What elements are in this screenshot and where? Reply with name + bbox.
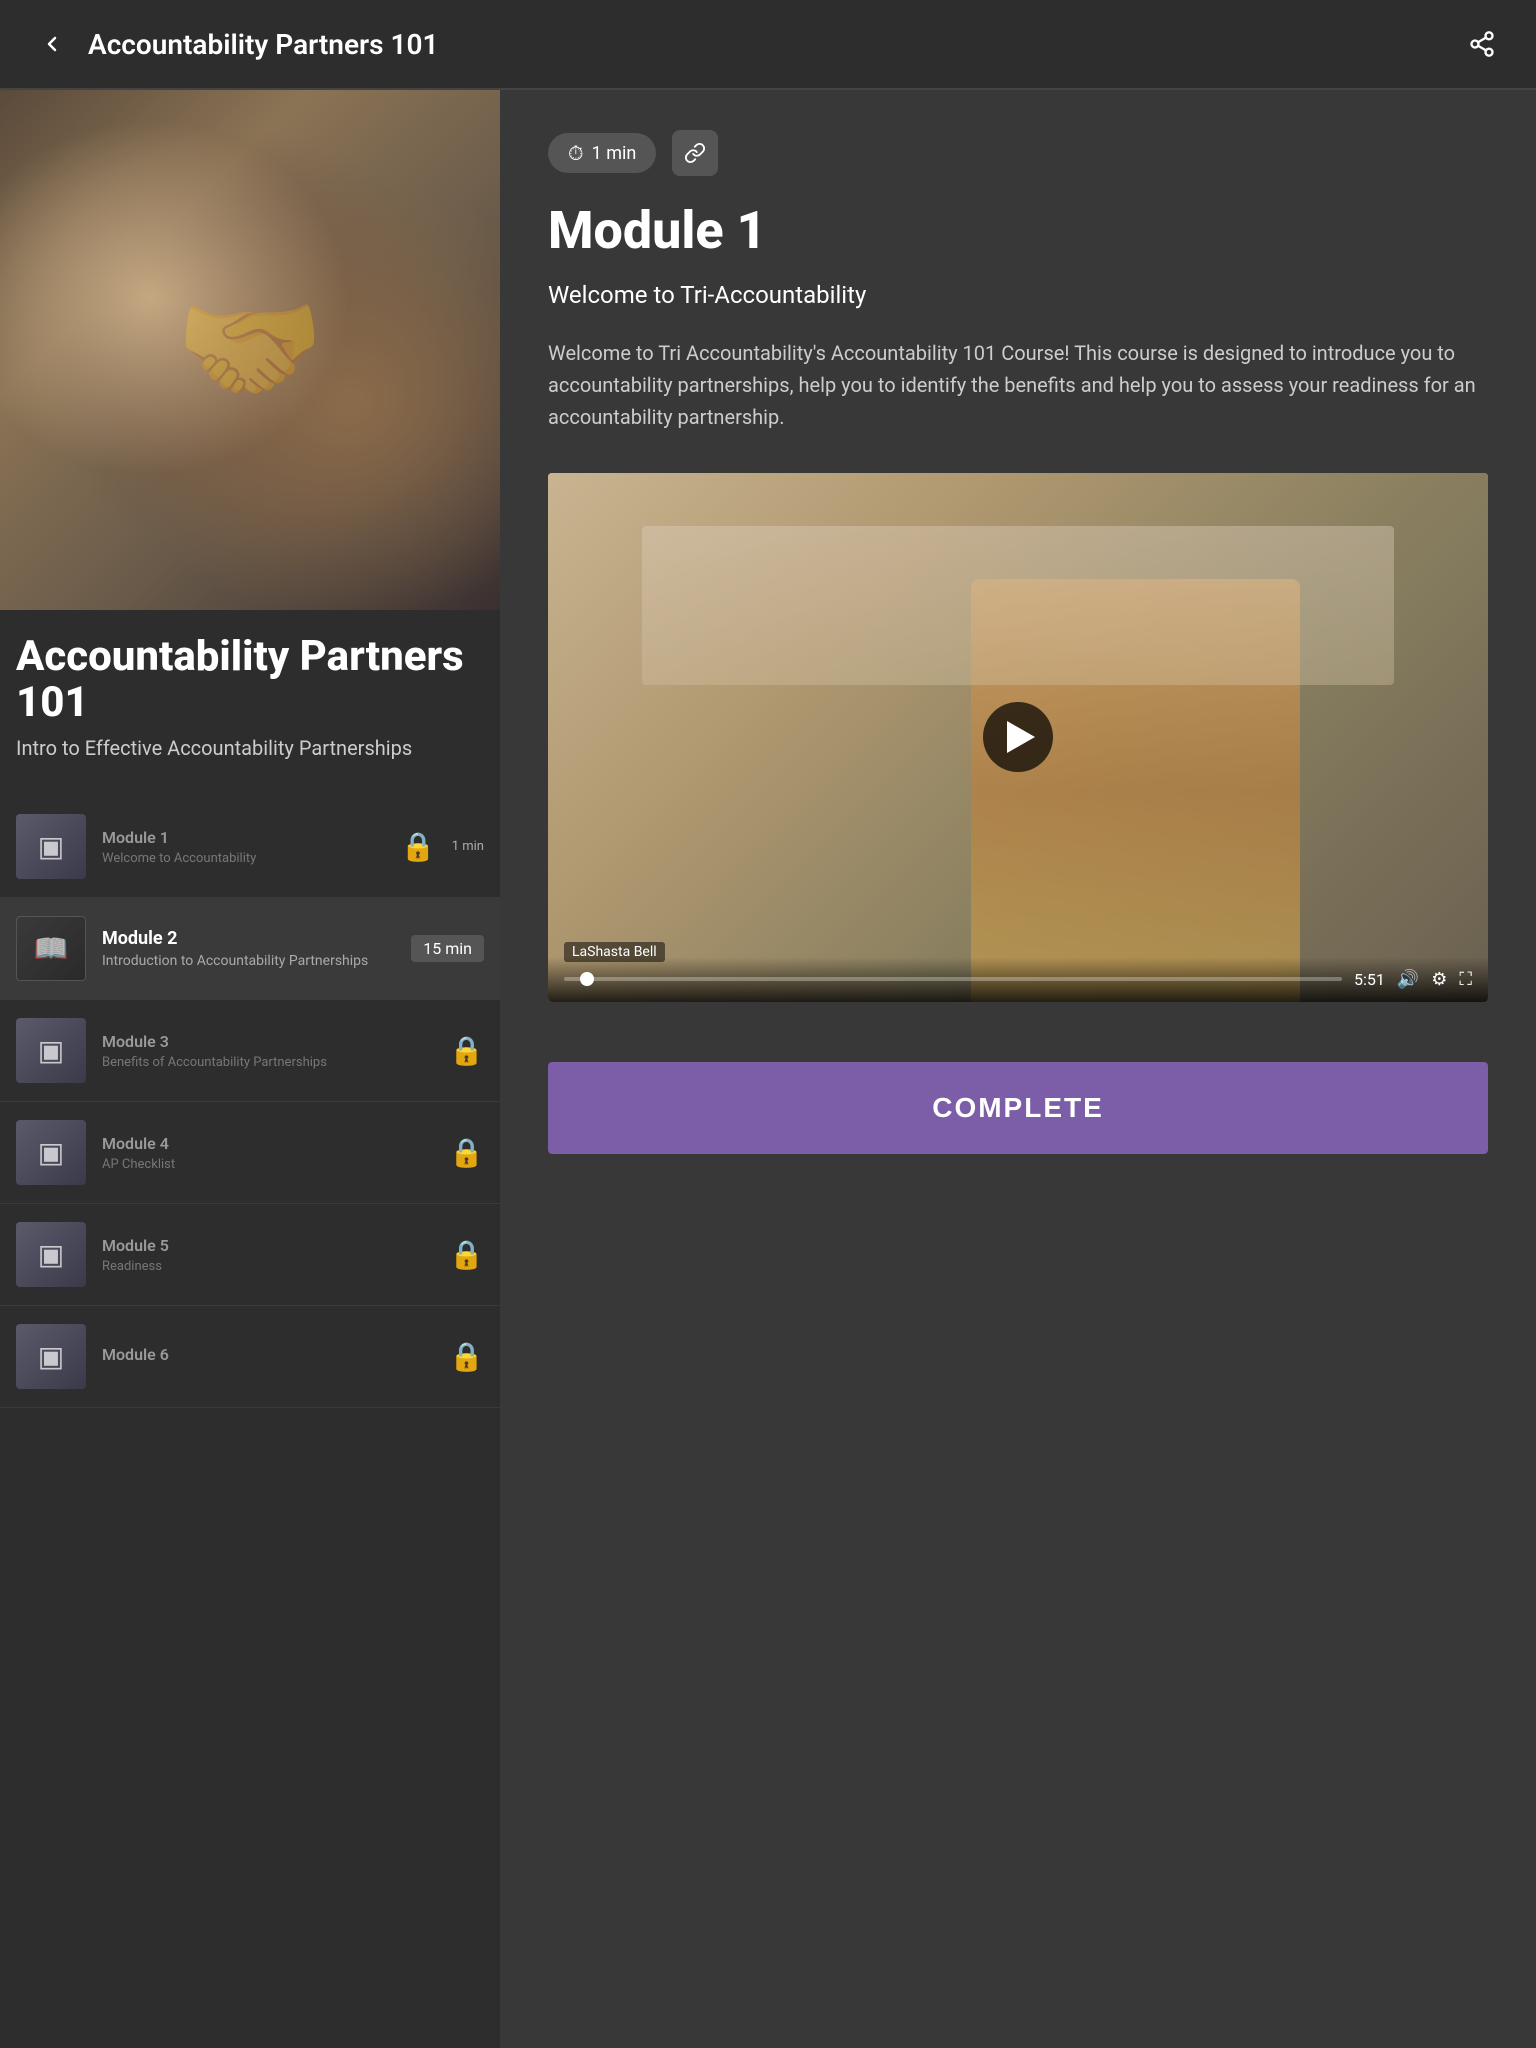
module-thumbnail: ▣ [16, 814, 86, 879]
lock-icon-4: 🔒 [449, 1136, 484, 1169]
share-button[interactable] [1460, 22, 1504, 66]
module-thumbnail-2: 📖 [16, 916, 86, 981]
module-desc-2: Introduction to Accountability Partnersh… [102, 953, 395, 969]
course-title-section: Accountability Partners 101 Intro to Eff… [0, 610, 500, 776]
module-name-6: Module 6 [102, 1345, 433, 1364]
module-meta-5: 🔒 [449, 1238, 484, 1271]
video-preview [548, 473, 1488, 1002]
fullscreen-button[interactable]: ⛶ [1459, 969, 1472, 990]
module-name-3: Module 3 [102, 1032, 433, 1051]
module-info-5: Module 5 Readiness [102, 1236, 433, 1274]
module-item-5[interactable]: ▣ Module 5 Readiness 🔒 [0, 1204, 500, 1306]
complete-button[interactable]: COMPLETE [548, 1062, 1488, 1154]
play-icon [1007, 721, 1035, 753]
clock-icon: ⏱ [568, 141, 584, 165]
progress-thumb [580, 972, 594, 986]
module-meta-2: 15 min [411, 935, 484, 962]
module-header-row: ⏱ 1 min [548, 130, 1488, 176]
app-header: Accountability Partners 101 [0, 0, 1536, 90]
course-hero-image [0, 90, 500, 610]
course-subtitle: Intro to Effective Accountability Partne… [16, 736, 484, 760]
module-info-2: Module 2 Introduction to Accountability … [102, 928, 395, 969]
module-name-5: Module 5 [102, 1236, 433, 1255]
play-button[interactable] [983, 702, 1053, 772]
lock-icon-5: 🔒 [449, 1238, 484, 1271]
module-meta-4: 🔒 [449, 1136, 484, 1169]
module-list: ▣ Module 1 Welcome to Accountability 🔒 1… [0, 796, 500, 1408]
lock-icon-3: 🔒 [449, 1034, 484, 1067]
time-badge: ⏱ 1 min [548, 133, 656, 173]
header-title: Accountability Partners 101 [88, 28, 438, 61]
settings-button[interactable]: ⚙ [1431, 969, 1447, 990]
video-controls: 5:51 🔊 ⚙ ⛶ [548, 957, 1488, 1002]
duration-badge: 15 min [411, 935, 484, 962]
left-panel: Accountability Partners 101 Intro to Eff… [0, 90, 500, 2048]
module-name: Module 1 [102, 828, 385, 847]
back-button[interactable] [32, 24, 72, 64]
module-info-4: Module 4 AP Checklist [102, 1134, 433, 1172]
module-subheading: Welcome to Tri-Accountability [548, 281, 1488, 309]
module-thumbnail-5: ▣ [16, 1222, 86, 1287]
module-heading: Module 1 [548, 200, 1488, 261]
module-item[interactable]: ▣ Module 1 Welcome to Accountability 🔒 1… [0, 796, 500, 898]
module-item-3[interactable]: ▣ Module 3 Benefits of Accountability Pa… [0, 1000, 500, 1102]
video-presenter-label: LaShasta Bell [564, 942, 665, 962]
module-duration: 1 min [452, 839, 484, 854]
module-info-3: Module 3 Benefits of Accountability Part… [102, 1032, 433, 1070]
module-description-text: Welcome to Tri Accountability's Accounta… [548, 337, 1488, 433]
module-desc-5: Readiness [102, 1259, 433, 1274]
link-button[interactable] [672, 130, 718, 176]
module-thumbnail-3: ▣ [16, 1018, 86, 1083]
main-content: Accountability Partners 101 Intro to Eff… [0, 90, 1536, 2048]
time-label: 1 min [592, 143, 637, 164]
progress-bar[interactable] [564, 977, 1342, 981]
module-item-6[interactable]: ▣ Module 6 🔒 [0, 1306, 500, 1408]
lock-icon: 🔒 [401, 830, 436, 863]
module-name-2: Module 2 [102, 928, 395, 949]
module-info-6: Module 6 [102, 1345, 433, 1368]
module-info: Module 1 Welcome to Accountability [102, 828, 385, 866]
course-main-title: Accountability Partners 101 [16, 634, 484, 726]
module-description: Welcome to Accountability [102, 851, 385, 866]
video-player[interactable]: 5:51 🔊 ⚙ ⛶ LaShasta Bell [548, 473, 1488, 1002]
module-thumbnail-6: ▣ [16, 1324, 86, 1389]
module-meta: 🔒 1 min [401, 830, 484, 863]
module-meta-6: 🔒 [449, 1340, 484, 1373]
header-left: Accountability Partners 101 [32, 24, 438, 64]
module-item-4[interactable]: ▣ Module 4 AP Checklist 🔒 [0, 1102, 500, 1204]
lock-icon-6: 🔒 [449, 1340, 484, 1373]
volume-button[interactable]: 🔊 [1397, 969, 1419, 990]
module-item-2[interactable]: 📖 Module 2 Introduction to Accountabilit… [0, 898, 500, 1000]
module-desc-4: AP Checklist [102, 1157, 433, 1172]
module-thumbnail-4: ▣ [16, 1120, 86, 1185]
right-panel: ⏱ 1 min Module 1 Welcome to Tri-Accounta… [500, 90, 1536, 2048]
video-time: 5:51 [1354, 970, 1385, 989]
module-meta-3: 🔒 [449, 1034, 484, 1067]
module-name-4: Module 4 [102, 1134, 433, 1153]
module-desc-3: Benefits of Accountability Partnerships [102, 1055, 433, 1070]
